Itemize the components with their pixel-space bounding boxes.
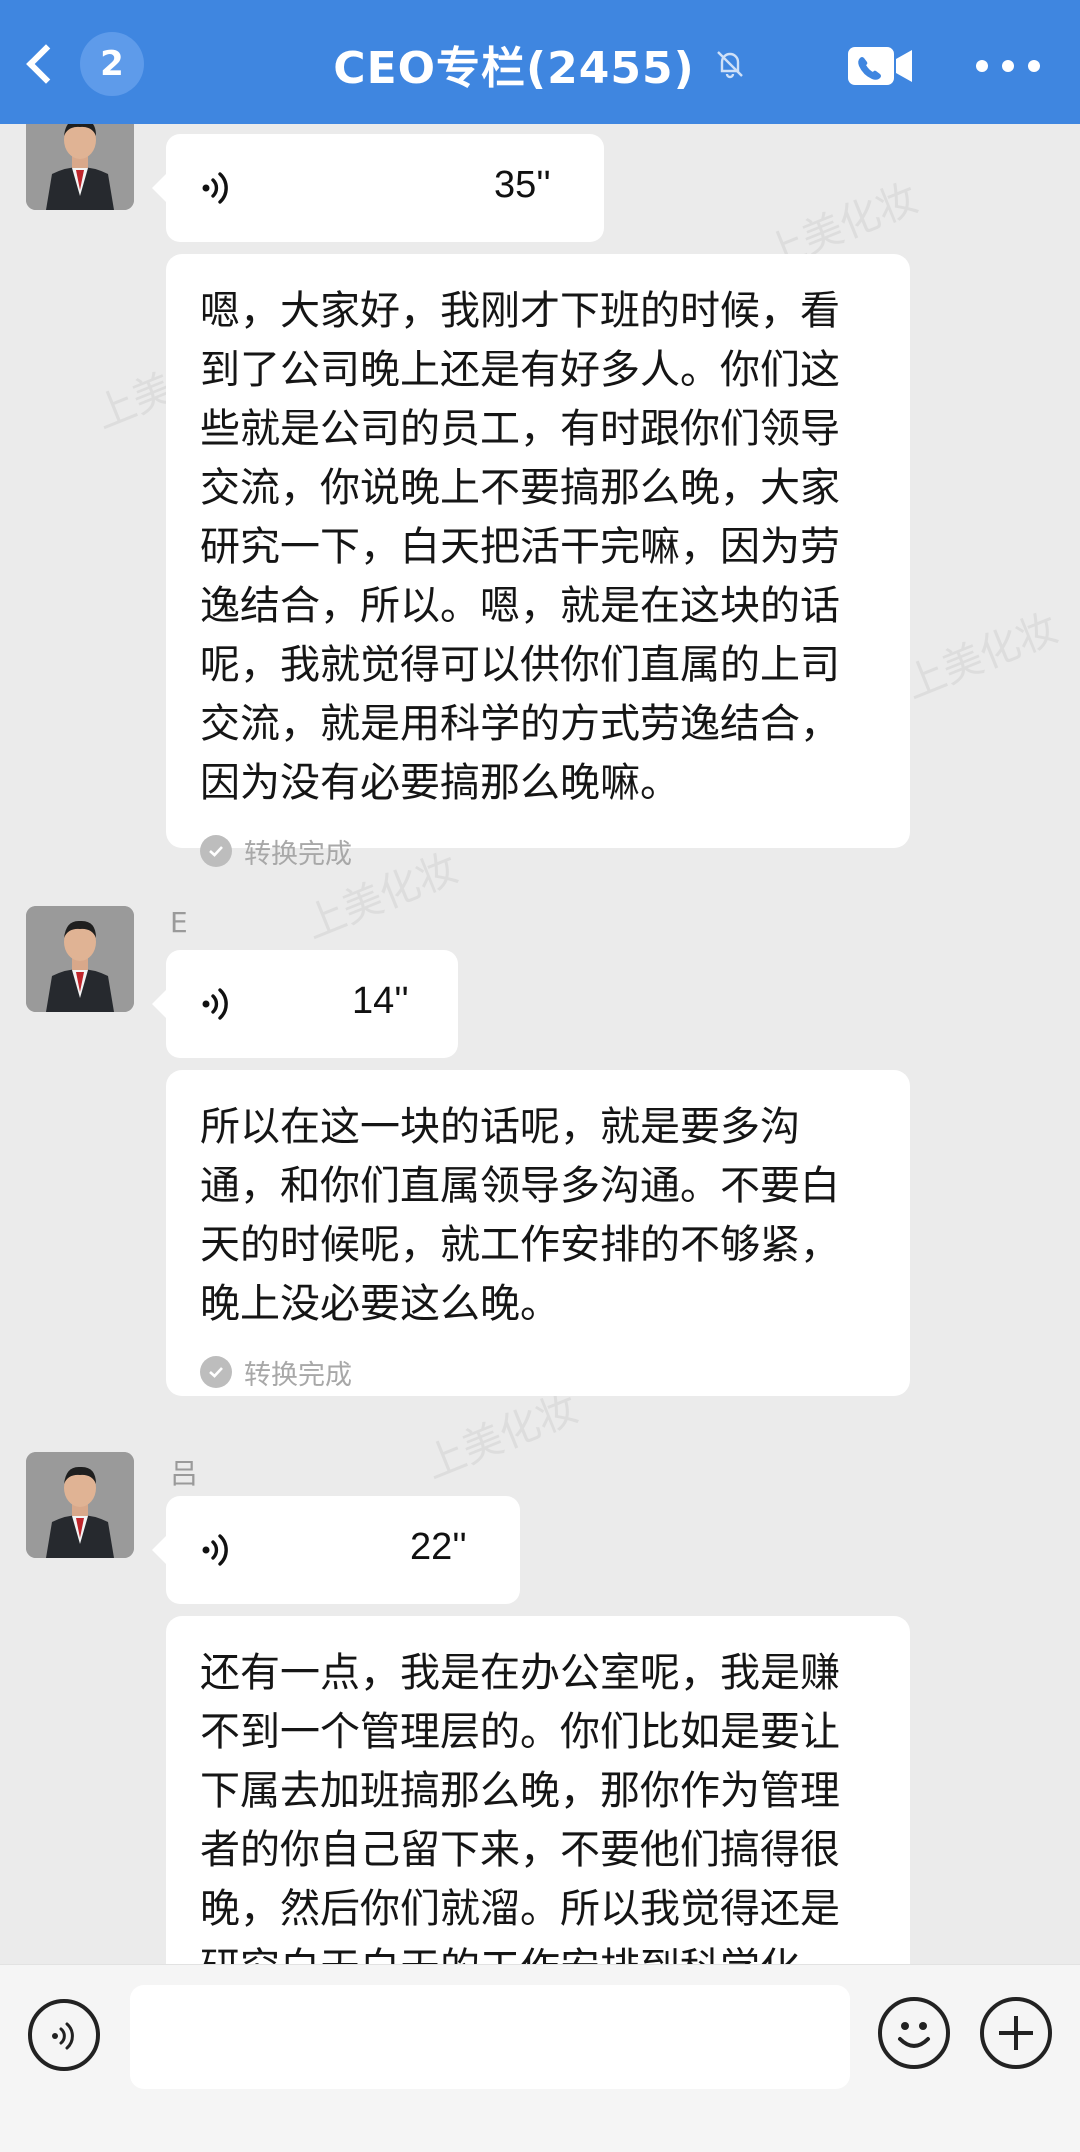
sender-name: E (170, 906, 188, 939)
conversion-status: 转换完成 (200, 1350, 876, 1394)
more-icon-dot (1028, 60, 1040, 72)
voice-wave-icon (202, 172, 228, 204)
avatar-photo (26, 1452, 134, 1558)
voice-toggle-icon (52, 2022, 74, 2050)
watermark: 上美化妆 (898, 605, 1065, 709)
voice-toggle-button[interactable] (28, 1999, 100, 2071)
voice-wave-icon (202, 1534, 228, 1566)
conversion-status-text: 转换完成 (244, 838, 352, 870)
chat-title-wrap: CEO专栏(2455) (0, 28, 1080, 100)
voice-duration: 35'' (494, 164, 551, 206)
video-call-icon[interactable] (846, 44, 914, 88)
sender-avatar[interactable] (26, 1452, 134, 1558)
transcript-text: 还有一点，我是在办公室呢，我是赚 不到一个管理层的。你们比如是要让 下属去加班搞… (200, 1650, 840, 1964)
sender-name: 吕 (170, 1457, 199, 1490)
chat-message-list[interactable]: 上美化妆 上美化妆 上美化妆 上美化妆 上美化妆 35'' 嗯，大家好，我刚才下… (0, 124, 1080, 1964)
conversion-status: 转换完成 (200, 829, 876, 873)
mute-bell-icon (716, 51, 743, 79)
avatar-photo (26, 906, 134, 1012)
emoji-icon (898, 2022, 930, 2048)
message-input[interactable] (130, 1985, 850, 2089)
plus-button[interactable] (980, 1997, 1052, 2069)
transcript-text: 嗯，大家好，我刚才下班的时候，看 到了公司晚上还是有好多人。你们这 些就是公司的… (200, 288, 840, 806)
transcript-bubble[interactable]: 所以在这一块的话呢，就是要多沟 通，和你们直属领导多沟通。不要白 天的时候呢，就… (166, 1070, 910, 1396)
transcript-bubble[interactable]: 还有一点，我是在办公室呢，我是赚 不到一个管理层的。你们比如是要让 下属去加班搞… (166, 1616, 910, 1964)
check-circle-icon (200, 835, 232, 867)
more-icon (976, 60, 988, 72)
transcript-text: 所以在这一块的话呢，就是要多沟 通，和你们直属领导多沟通。不要白 天的时候呢，就… (200, 1104, 840, 1327)
avatar-photo (26, 124, 134, 210)
emoji-button[interactable] (878, 1997, 950, 2069)
voice-message-bubble[interactable]: 14'' (152, 950, 458, 1058)
voice-wave-icon (202, 988, 228, 1020)
more-options-button[interactable] (976, 54, 1040, 78)
transcript-bubble[interactable]: 嗯，大家好，我刚才下班的时候，看 到了公司晚上还是有好多人。你们这 些就是公司的… (166, 254, 910, 870)
check-circle-icon (200, 1356, 232, 1388)
voice-duration: 14'' (352, 980, 409, 1022)
sender-avatar[interactable] (26, 906, 134, 1012)
input-bar (0, 1964, 1080, 2152)
voice-message-bubble[interactable]: 22'' (152, 1496, 520, 1604)
voice-duration: 22'' (410, 1526, 467, 1568)
more-icon-dot (1002, 60, 1014, 72)
conversion-status-text: 转换完成 (244, 1359, 352, 1391)
chat-header: 2 CEO专栏(2455) (0, 0, 1080, 124)
voice-message-bubble[interactable]: 35'' (152, 134, 604, 242)
sender-avatar[interactable] (26, 124, 134, 210)
chat-title[interactable]: CEO专栏(2455) (333, 32, 694, 96)
